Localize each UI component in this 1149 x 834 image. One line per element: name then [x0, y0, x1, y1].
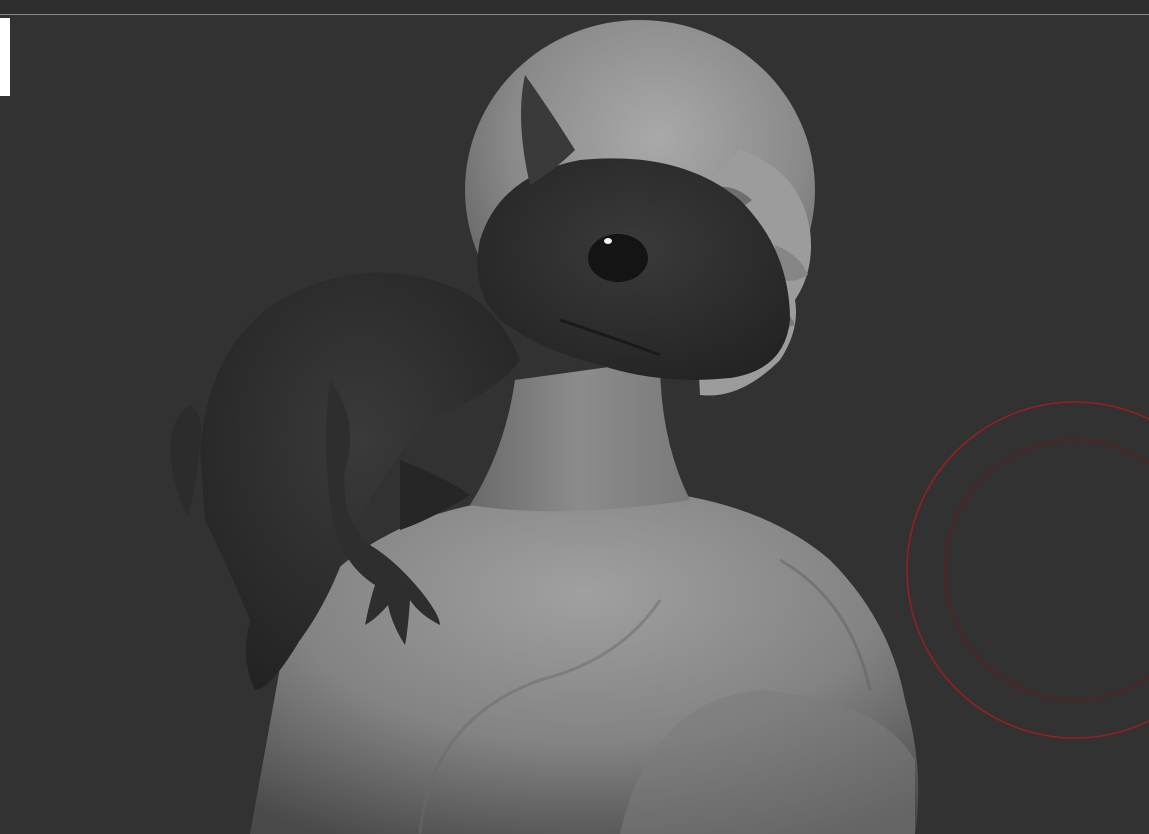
sculpt-scene[interactable] — [0, 0, 1149, 834]
document-canvas[interactable] — [0, 0, 1149, 834]
panel-resize-handle[interactable] — [0, 18, 10, 96]
creature-tail — [170, 405, 202, 515]
sculpt-neck — [470, 360, 690, 512]
